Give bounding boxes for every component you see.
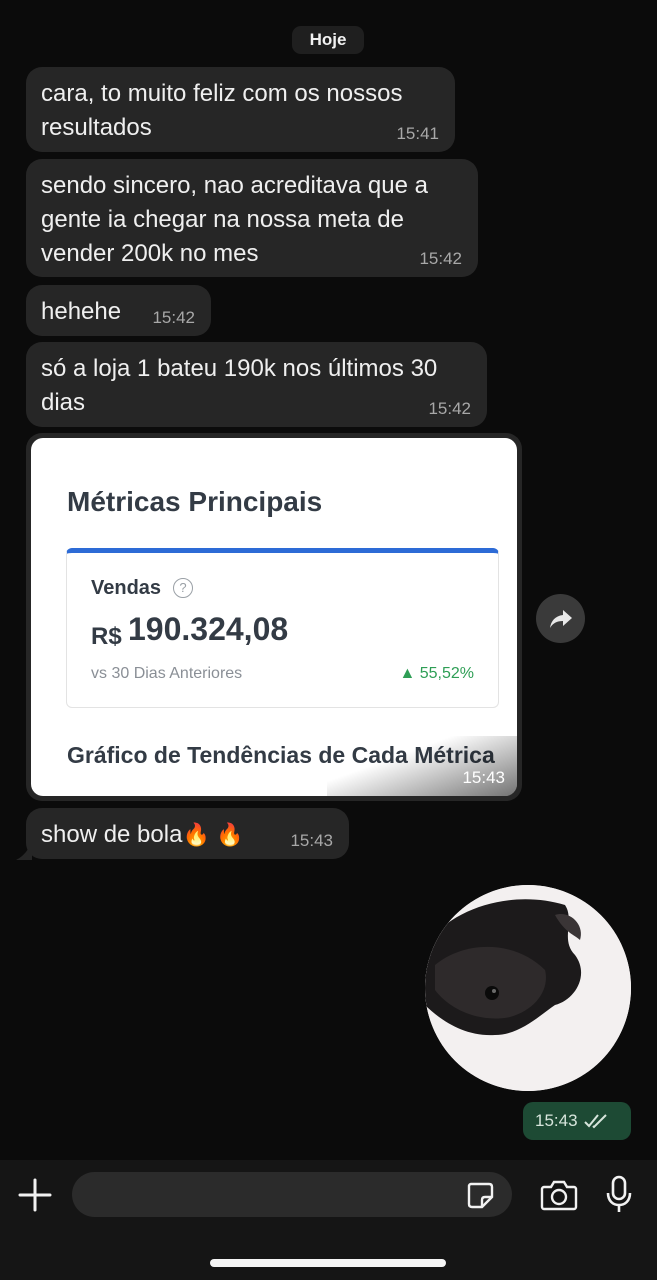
forward-button[interactable]	[536, 594, 585, 643]
microphone-icon[interactable]	[604, 1175, 634, 1215]
message-bubble[interactable]: cara, to muito feliz com os nossos resul…	[26, 67, 455, 152]
video-note[interactable]	[425, 885, 631, 1091]
outgoing-message-status: 15:43	[523, 1102, 631, 1140]
message-time: 15:43	[535, 1111, 578, 1130]
metric-comparison: vs 30 Dias Anteriores	[91, 665, 243, 682]
bubble-tail	[16, 842, 32, 860]
message-time: 15:42	[428, 399, 471, 418]
message-text-content: show de bola	[41, 821, 183, 848]
message-time: 15:41	[396, 124, 439, 143]
metric-label: Vendas	[91, 577, 162, 599]
metric-value: 190.324,08	[128, 611, 289, 647]
home-indicator[interactable]	[210, 1259, 446, 1267]
attach-plus-button[interactable]	[17, 1177, 53, 1213]
metric-change: ▲ 55,52%	[399, 665, 474, 682]
message-bubble[interactable]: sendo sincero, nao acreditava que a gent…	[26, 159, 478, 277]
message-time: 15:42	[152, 308, 195, 327]
message-time: 15:43	[290, 831, 333, 850]
message-bubble[interactable]: só a loja 1 bateu 190k nos últimos 30 di…	[26, 342, 487, 427]
message-time: 15:43	[462, 768, 505, 787]
forward-icon	[549, 609, 572, 628]
image-message[interactable]: Métricas Principais Vendas ? R$ 190.324,…	[26, 433, 522, 801]
message-time: 15:42	[419, 249, 462, 268]
double-check-icon	[583, 1114, 607, 1129]
message-bubble[interactable]: hehehe 15:42	[26, 285, 211, 336]
message-input[interactable]	[72, 1172, 512, 1217]
camera-icon[interactable]	[540, 1178, 578, 1212]
date-separator: Hoje	[292, 26, 364, 54]
message-bubble[interactable]: show de bola🔥 🔥 15:43	[26, 808, 349, 859]
video-thumbnail	[425, 885, 631, 1091]
sticker-icon[interactable]	[465, 1180, 495, 1210]
shared-image[interactable]: Métricas Principais Vendas ? R$ 190.324,…	[31, 438, 517, 796]
message-text: cara, to muito feliz com os nossos resul…	[41, 80, 403, 141]
metric-currency: R$	[91, 623, 122, 650]
message-text: só a loja 1 bateu 190k nos últimos 30 di…	[41, 355, 438, 416]
message-text: hehehe	[41, 298, 122, 325]
metric-card: Vendas ? R$ 190.324,08 vs 30 Dias Anteri…	[66, 548, 499, 708]
fire-emoji: 🔥 🔥	[182, 822, 244, 847]
image-title: Métricas Principais	[67, 486, 323, 517]
message-text: sendo sincero, nao acreditava que a gent…	[41, 172, 428, 267]
help-icon: ?	[173, 578, 193, 598]
